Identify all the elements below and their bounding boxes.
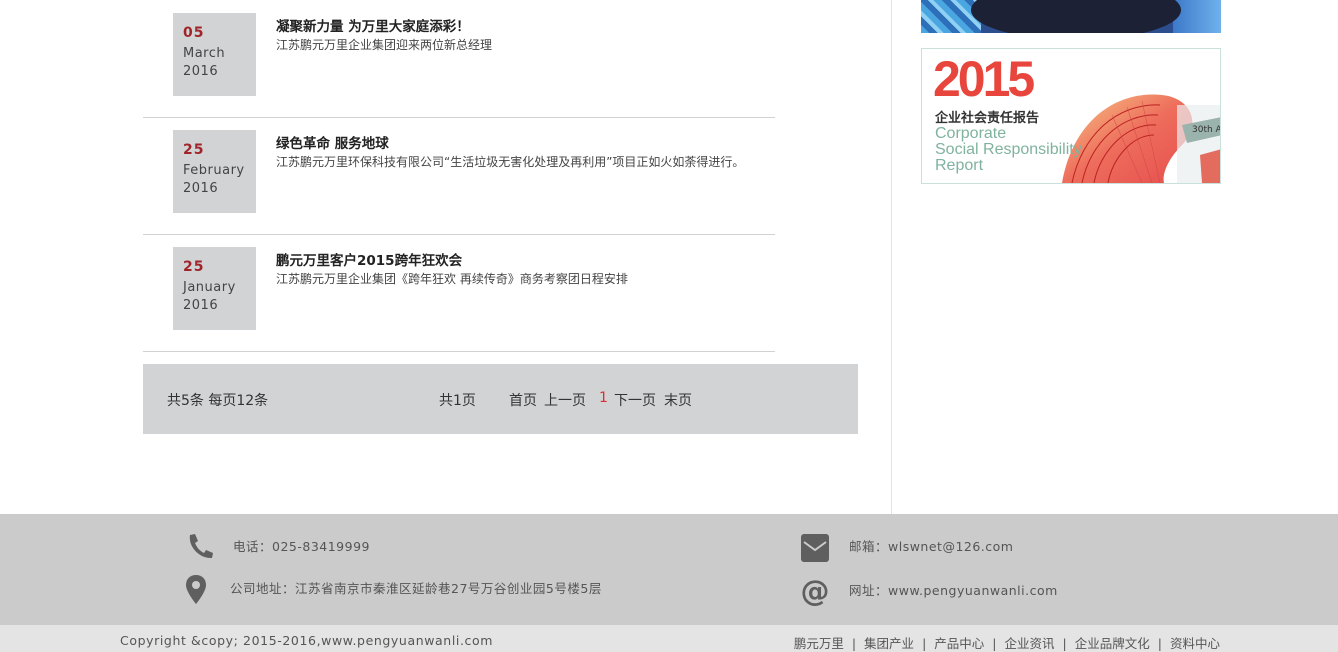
pagination-total: 共5条 每页12条 [167,393,269,409]
date-box: 05 March 2016 [173,13,256,96]
csr-report-banner[interactable]: 2015 企业社会责任报告 Corporate Social Responsib… [921,48,1221,184]
report-title-en: Corporate Social Responsibility Report [935,125,1082,174]
footer-website[interactable]: 网址：www.pengyuanwanli.com [849,580,1058,599]
footer-link-products[interactable]: 产品中心 [934,636,984,651]
news-item[interactable]: 05 March 2016 凝聚新力量 为万里大家庭添彩！ 江苏鹏元万里企业集团… [143,0,775,118]
news-summary: 江苏鹏元万里环保科技有限公司“生活垃圾无害化处理及再利用”项目正如火如荼得进行。 [276,155,745,169]
footer-link-industries[interactable]: 集团产业 [864,636,914,651]
report-year: 2015 [933,51,1035,107]
current-page-link[interactable]: 1 [599,390,608,406]
date-day: 25 [183,259,205,275]
report-title-cn: 企业社会责任报告 [935,111,1040,126]
footer-phone: 电话：025-83419999 [233,539,370,554]
date-month: February [183,163,245,178]
footer-link-resources[interactable]: 资料中心 [1170,636,1220,651]
date-box: 25 February 2016 [173,130,256,213]
email-icon [801,534,829,562]
footer-links: 鹏元万里 | 集团产业 | 产品中心 | 企业资讯 | 企业品牌文化 | 资料中心 [793,636,1220,651]
date-year: 2016 [183,64,219,79]
footer-address: 公司地址：江苏省南京市秦淮区延龄巷27号万谷创业园5号楼5层 [230,581,602,596]
content-divider [891,0,892,514]
svg-text:@: @ [801,576,830,606]
prev-page-link[interactable]: 上一页 [544,390,586,410]
date-box: 25 January 2016 [173,247,256,330]
footer-link-brand-culture[interactable]: 企业品牌文化 [1075,636,1150,651]
news-title[interactable]: 凝聚新力量 为万里大家庭添彩！ [276,15,470,35]
news-summary: 江苏鹏元万里企业集团迎来两位新总经理 [276,38,493,52]
date-month: January [183,280,236,295]
date-day: 05 [183,25,205,41]
location-pin-icon [186,575,206,604]
news-item[interactable]: 25 January 2016 鹏元万里客户2015跨年狂欢会 江苏鹏元万里企业… [143,234,775,352]
footer-email: 邮箱：wlswnet@126.com [849,539,1014,554]
last-page-link[interactable]: 末页 [664,390,692,410]
news-title[interactable]: 绿色革命 服务地球 [276,132,389,152]
news-title[interactable]: 鹏元万里客户2015跨年狂欢会 [276,249,462,269]
phone-icon [189,534,213,559]
footer-bottom-bar: Copyright &copy; 2015-2016,www.pengyuanw… [0,625,1338,652]
date-day: 25 [183,142,205,158]
pagination-bar: 共5条 每页12条 共1页 首页 上一页 1 下一页 末页 [143,364,858,434]
date-year: 2016 [183,181,219,196]
at-sign-icon: @ [801,576,830,606]
footer-link-home[interactable]: 鹏元万里 [794,636,844,651]
news-summary: 江苏鹏元万里企业集团《跨年狂欢 再续传奇》商务考察团日程安排 [276,272,628,286]
sidebar-banner-image[interactable] [921,0,1221,33]
copyright-text: Copyright &copy; 2015-2016,www.pengyuanw… [120,633,494,648]
news-item[interactable]: 25 February 2016 绿色革命 服务地球 江苏鹏元万里环保科技有限公… [143,117,775,235]
footer-link-news[interactable]: 企业资讯 [1005,636,1055,651]
anniversary-badge: 30th AN [1192,125,1220,135]
pagination-page-count: 共1页 [439,393,476,409]
footer-contact: 电话：025-83419999 公司地址：江苏省南京市秦淮区延龄巷27号万谷创业… [0,514,1338,625]
date-month: March [183,46,226,61]
next-page-link[interactable]: 下一页 [614,390,656,410]
date-year: 2016 [183,298,219,313]
first-page-link[interactable]: 首页 [509,390,537,410]
